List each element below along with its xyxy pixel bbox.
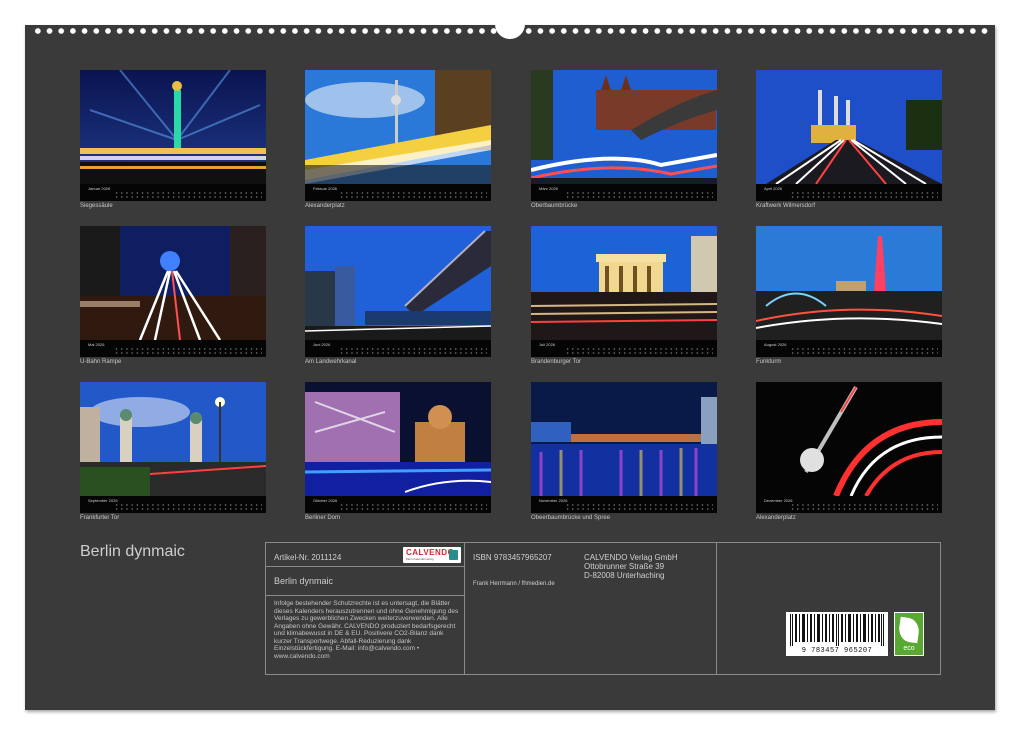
publisher-street: Ottobrunner Straße 39 [584,562,665,571]
month-name: Februar 2026 [313,186,338,191]
barcode: 9 783457 965207 [786,612,888,656]
month-thumbnail: Mai 2026 U-Bahn Rampe [80,226,266,370]
month-photo [531,70,717,184]
month-thumbnail: April 2026 Kraftwerk Wilmersdorf [756,70,942,214]
month-thumbnail: Juli 2026 Brandenburger Tor [531,226,717,370]
month-thumbnail: März 2026 Oberbaumbrücke [531,70,717,214]
month-name: Januar 2026 [88,186,111,191]
eco-badge: eco [894,612,924,656]
month-thumbnail: Januar 2026 Siegessäule [80,70,266,214]
isbn: ISBN 9783457965207 [473,553,552,562]
month-calendar-strip: März 2026 [531,184,717,201]
month-thumbnail: Juni 2026 Am Landwehrkanal [305,226,491,370]
barcode-icon [790,614,884,646]
month-calendar-strip: Juni 2026 [305,340,491,357]
author-credit: Frank Herrmann / fhmedien.de [473,581,555,587]
barcode-number: 9 783457 965207 [801,647,873,655]
month-photo [80,226,266,340]
month-photo [80,70,266,184]
month-thumbnail: August 2026 Funkturm [756,226,942,370]
month-name: Oktober 2026 [313,498,338,503]
photo-caption: Alexanderplatz [305,203,345,209]
month-calendar-strip: Januar 2026 [80,184,266,201]
month-name: April 2026 [764,186,783,191]
month-name: Juni 2026 [313,342,331,347]
leaf-icon [897,616,921,644]
calendar-title: Berlin dynmaic [80,543,185,560]
month-photo [305,382,491,496]
month-name: Mai 2026 [88,342,105,347]
publisher-city: D-82008 Unterhaching [584,571,665,580]
month-calendar-strip: Dezember 2026 [756,496,942,513]
month-photo [756,70,942,184]
photo-caption: Am Landwehrkanal [305,359,357,365]
month-calendar-strip: Mai 2026 [80,340,266,357]
month-photo [305,226,491,340]
publisher-name: CALVENDO Verlag GmbH [584,553,678,562]
month-calendar-strip: Juli 2026 [531,340,717,357]
product-info-box: Artikel-Nr. 2011124 CALVENDO Mein Kalend… [265,542,941,675]
month-photo [756,226,942,340]
month-calendar-strip: November 2026 [531,496,717,513]
month-calendar-strip: September 2026 [80,496,266,513]
month-thumbnail: September 2026 Frankfurter Tor [80,382,266,526]
photo-caption: Funkturm [756,359,782,365]
month-photo [305,70,491,184]
product-title: Berlin dynmaic [274,576,334,586]
month-name: Juli 2026 [539,342,556,347]
month-calendar-strip: Oktober 2026 [305,496,491,513]
photo-caption: Kraftwerk Wilmersdorf [756,203,816,209]
photo-caption: Frankfurter Tor [80,515,120,521]
month-calendar-strip: April 2026 [756,184,942,201]
month-name: August 2026 [764,342,787,347]
month-photo [80,382,266,496]
month-photo [531,382,717,496]
month-thumbnail: Oktober 2026 Berliner Dom [305,382,491,526]
photo-caption: Oberbaumbrücke [531,203,578,209]
photo-caption: U-Bahn Rampe [80,359,122,365]
photo-caption: Obeerbaumbrücke und Spree [531,515,611,521]
photo-caption: Brandenburger Tor [531,359,581,365]
month-calendar-strip: Februar 2026 [305,184,491,201]
calvendo-logo: CALVENDO Mein Kalenderverlag [403,547,461,563]
legal-text: Infolge bestehender Schutzrechte ist es … [274,600,459,660]
month-name: November 2026 [539,498,568,503]
logo-mark-icon [449,550,458,560]
month-name: Dezember 2026 [764,498,793,503]
photo-caption: Siegessäule [80,203,113,209]
month-thumbnail: November 2026 Obeerbaumbrücke und Spree [531,382,717,526]
month-name: März 2026 [539,186,558,191]
month-thumbnail: Dezember 2026 Alexanderplatz [756,382,942,526]
photo-caption: Berliner Dom [305,515,341,521]
photo-caption: Alexanderplatz [756,515,796,521]
month-photo [531,226,717,340]
article-number: Artikel-Nr. 2011124 [274,553,342,562]
month-photo [756,382,942,496]
month-calendar-strip: August 2026 [756,340,942,357]
month-thumbnail: Februar 2026 Alexanderplatz [305,70,491,214]
